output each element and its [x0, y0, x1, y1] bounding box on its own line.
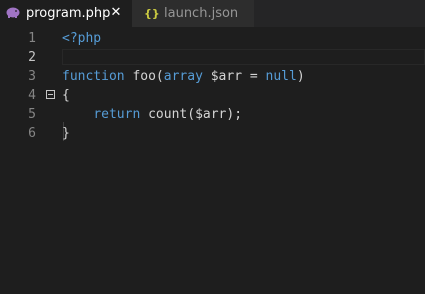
- code-line[interactable]: 6}: [0, 124, 425, 143]
- line-number: 3: [28, 69, 36, 84]
- code-text: }: [62, 124, 70, 143]
- code-token: return: [93, 107, 141, 122]
- code-text: <?php: [62, 29, 101, 48]
- code-token: <?php: [62, 31, 102, 46]
- code-line[interactable]: 4{: [0, 86, 425, 105]
- code-token: ): [296, 69, 305, 84]
- code-token: null: [265, 69, 297, 84]
- line-number: 2: [28, 50, 36, 65]
- code-line[interactable]: 1 <?php: [0, 29, 425, 48]
- line-number: 4: [28, 88, 36, 103]
- code-token: foo(: [124, 69, 164, 84]
- code-line[interactable]: 5 return count($arr);: [0, 105, 425, 124]
- code-token: array: [163, 69, 203, 84]
- editor-tab-bar: program.php ✕ {} launch.json: [0, 0, 425, 27]
- json-braces-icon: {}: [144, 7, 160, 20]
- fold-collapse-icon[interactable]: [46, 90, 55, 99]
- code-line[interactable]: 3 function foo(array $arr = null): [0, 67, 425, 86]
- code-token: {: [62, 88, 70, 103]
- code-token: }: [62, 126, 70, 141]
- code-editor[interactable]: 1 <?php 2 3 function foo(array $arr = null) 4…: [0, 27, 425, 294]
- php-elephant-icon: [6, 7, 20, 21]
- line-number: 6: [28, 126, 36, 141]
- tab-program-php[interactable]: program.php ✕: [0, 0, 132, 27]
- code-line[interactable]: 2: [0, 48, 425, 67]
- tab-label: launch.json: [164, 6, 239, 21]
- code-text: function foo(array $arr = null): [62, 67, 305, 86]
- code-token: count($arr);: [140, 107, 243, 122]
- code-token: $arr =: [202, 69, 266, 84]
- code-text: {: [62, 86, 70, 105]
- code-text: return count($arr);: [62, 105, 242, 124]
- line-number: 5: [28, 107, 36, 122]
- close-icon[interactable]: ✕: [108, 5, 124, 21]
- tab-label: program.php: [26, 6, 111, 21]
- line-number: 1: [28, 31, 36, 46]
- code-token: function: [62, 69, 125, 84]
- tab-launch-json[interactable]: {} launch.json: [132, 0, 254, 27]
